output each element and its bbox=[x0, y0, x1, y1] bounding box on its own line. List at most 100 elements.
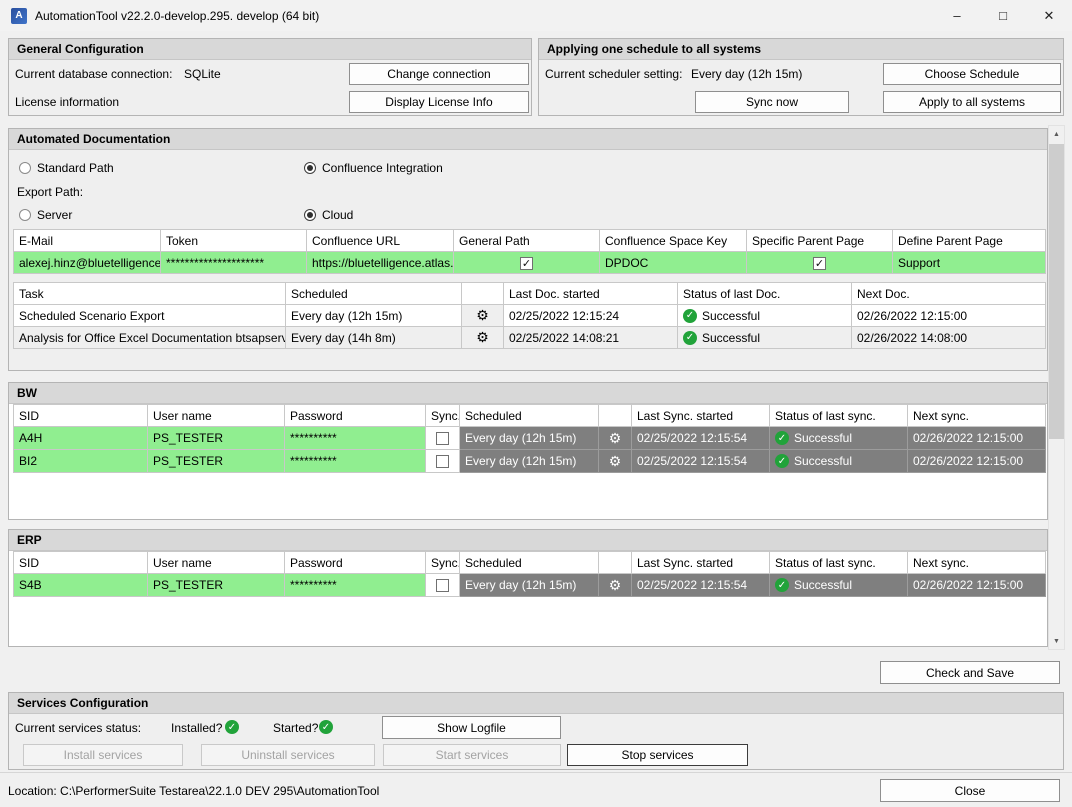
radio-standard-path[interactable]: Standard Path bbox=[19, 161, 114, 175]
cell-define-parent[interactable]: Support bbox=[893, 252, 1046, 274]
col-gear bbox=[462, 283, 504, 305]
confluence-table: E-Mail Token Confluence URL General Path… bbox=[13, 229, 1046, 274]
cell-status: ✓Successful bbox=[770, 427, 908, 450]
scrollbar-thumb[interactable] bbox=[1049, 144, 1064, 439]
cell-sync bbox=[426, 574, 460, 597]
general-configuration-body: Current database connection: SQLite Chan… bbox=[9, 60, 531, 115]
doc-task-table: Task Scheduled Last Doc. started Status … bbox=[13, 282, 1046, 349]
radio-cloud[interactable]: Cloud bbox=[304, 208, 353, 222]
sync-now-button[interactable]: Sync now bbox=[695, 91, 849, 113]
cell-password[interactable]: ********** bbox=[285, 450, 426, 473]
close-button[interactable]: Close bbox=[880, 779, 1060, 802]
col-token: Token bbox=[161, 230, 307, 252]
cell-status: ✓ Successful bbox=[770, 574, 908, 597]
change-connection-button[interactable]: Change connection bbox=[349, 63, 529, 85]
col-space-key: Confluence Space Key bbox=[600, 230, 747, 252]
schedule-gear-icon[interactable]: ⚙ bbox=[609, 453, 622, 469]
schedule-gear-icon[interactable]: ⚙ bbox=[476, 307, 489, 323]
cell-last-sync: 02/25/2022 12:15:54 bbox=[632, 427, 770, 450]
cell-last-sync: 02/25/2022 12:15:54 bbox=[632, 574, 770, 597]
automated-documentation-title: Automated Documentation bbox=[9, 129, 1047, 150]
task-header-row: Task Scheduled Last Doc. started Status … bbox=[14, 283, 1046, 305]
export-path-label: Export Path: bbox=[17, 185, 83, 199]
col-define-parent: Define Parent Page bbox=[893, 230, 1046, 252]
cell-last-sync: 02/25/2022 12:15:54 bbox=[632, 450, 770, 473]
success-check-icon: ✓ bbox=[775, 431, 789, 445]
started-check-icon: ✓ bbox=[319, 720, 333, 734]
col-email: E-Mail bbox=[14, 230, 161, 252]
stop-services-button[interactable]: Stop services bbox=[567, 744, 748, 766]
cell-next-sync: 02/26/2022 12:15:00 bbox=[908, 574, 1046, 597]
scroll-up-icon[interactable]: ▲ bbox=[1049, 126, 1064, 142]
col-gear bbox=[599, 405, 632, 427]
col-user-name: User name bbox=[148, 552, 285, 574]
cell-sid[interactable]: BI2 bbox=[14, 450, 148, 473]
uninstall-services-button: Uninstall services bbox=[201, 744, 375, 766]
close-window-button[interactable]: ✕ bbox=[1026, 0, 1072, 31]
scheduler-setting-value: Every day (12h 15m) bbox=[691, 67, 802, 81]
col-specific-parent: Specific Parent Page bbox=[747, 230, 893, 252]
radio-server[interactable]: Server bbox=[19, 208, 72, 222]
bw-row: BI2 PS_TESTER ********** Every day (12h … bbox=[14, 450, 1046, 473]
status-text: Successful bbox=[794, 578, 852, 592]
cell-password[interactable]: ********** bbox=[285, 427, 426, 450]
cell-password[interactable]: ********** bbox=[285, 574, 426, 597]
sync-checkbox[interactable] bbox=[436, 432, 449, 445]
cell-task: Analysis for Office Excel Documentation … bbox=[14, 327, 286, 349]
started-label: Started? bbox=[273, 721, 318, 735]
choose-schedule-button[interactable]: Choose Schedule bbox=[883, 63, 1061, 85]
cell-token[interactable]: ********************* bbox=[161, 252, 307, 274]
erp-section: ERP SID User name Password Sync. Schedul… bbox=[8, 529, 1048, 647]
app-icon: A bbox=[11, 8, 27, 24]
cell-scheduled: Every day (12h 15m) bbox=[460, 574, 599, 597]
schedule-gear-icon[interactable]: ⚙ bbox=[476, 329, 489, 345]
sync-checkbox[interactable] bbox=[436, 455, 449, 468]
col-last-doc-started: Last Doc. started bbox=[504, 283, 678, 305]
sync-checkbox[interactable] bbox=[436, 579, 449, 592]
col-scheduled: Scheduled bbox=[460, 405, 599, 427]
minimize-button[interactable]: – bbox=[934, 0, 980, 31]
cell-confluence-url[interactable]: https://bluetelligence.atlas... bbox=[307, 252, 454, 274]
success-check-icon: ✓ bbox=[683, 309, 697, 323]
db-connection-value: SQLite bbox=[184, 67, 221, 81]
location-status-text: Location: C:\PerformerSuite Testarea\22.… bbox=[8, 784, 379, 798]
show-logfile-button[interactable]: Show Logfile bbox=[382, 716, 561, 739]
cell-user[interactable]: PS_TESTER bbox=[148, 450, 285, 473]
cell-sid[interactable]: S4B bbox=[14, 574, 148, 597]
cell-space-key[interactable]: DPDOC bbox=[600, 252, 747, 274]
cell-gear: ⚙ bbox=[599, 427, 632, 450]
cell-email[interactable]: alexej.hinz@bluetelligence... bbox=[14, 252, 161, 274]
schedule-gear-icon[interactable]: ⚙ bbox=[609, 577, 622, 593]
maximize-button[interactable]: □ bbox=[980, 0, 1026, 31]
cell-sid[interactable]: A4H bbox=[14, 427, 148, 450]
cell-next-sync: 02/26/2022 12:15:00 bbox=[908, 427, 1046, 450]
check-and-save-button[interactable]: Check and Save bbox=[880, 661, 1060, 684]
apply-to-all-systems-button[interactable]: Apply to all systems bbox=[883, 91, 1061, 113]
specific-parent-checkbox[interactable]: ✓ bbox=[813, 257, 826, 270]
title-bar: A AutomationTool v22.2.0-develop.295. de… bbox=[0, 0, 1072, 31]
radio-confluence-integration[interactable]: Confluence Integration bbox=[304, 161, 443, 175]
success-check-icon: ✓ bbox=[775, 578, 789, 592]
radio-confluence-integration-label: Confluence Integration bbox=[322, 161, 443, 175]
radio-confluence-integration-icon bbox=[304, 162, 316, 174]
status-text: Successful bbox=[702, 309, 760, 323]
col-password: Password bbox=[285, 552, 426, 574]
col-last-sync-started: Last Sync. started bbox=[632, 552, 770, 574]
cell-user[interactable]: PS_TESTER bbox=[148, 427, 285, 450]
col-confluence-url: Confluence URL bbox=[307, 230, 454, 252]
col-sid: SID bbox=[14, 405, 148, 427]
cell-scheduled: Every day (12h 15m) bbox=[460, 427, 599, 450]
general-path-checkbox[interactable]: ✓ bbox=[520, 257, 533, 270]
bw-header-row: SID User name Password Sync. Scheduled L… bbox=[14, 405, 1046, 427]
cell-gear: ⚙ bbox=[599, 574, 632, 597]
cell-gear: ⚙ bbox=[462, 305, 504, 327]
bw-table: SID User name Password Sync. Scheduled L… bbox=[13, 404, 1046, 473]
scroll-down-icon[interactable]: ▼ bbox=[1049, 633, 1064, 649]
task-row: Analysis for Office Excel Documentation … bbox=[14, 327, 1046, 349]
vertical-scrollbar[interactable]: ▲ ▼ bbox=[1048, 125, 1065, 650]
schedule-gear-icon[interactable]: ⚙ bbox=[609, 430, 622, 446]
bw-row: A4H PS_TESTER ********** Every day (12h … bbox=[14, 427, 1046, 450]
display-license-info-button[interactable]: Display License Info bbox=[349, 91, 529, 113]
col-last-sync-started: Last Sync. started bbox=[632, 405, 770, 427]
cell-user[interactable]: PS_TESTER bbox=[148, 574, 285, 597]
